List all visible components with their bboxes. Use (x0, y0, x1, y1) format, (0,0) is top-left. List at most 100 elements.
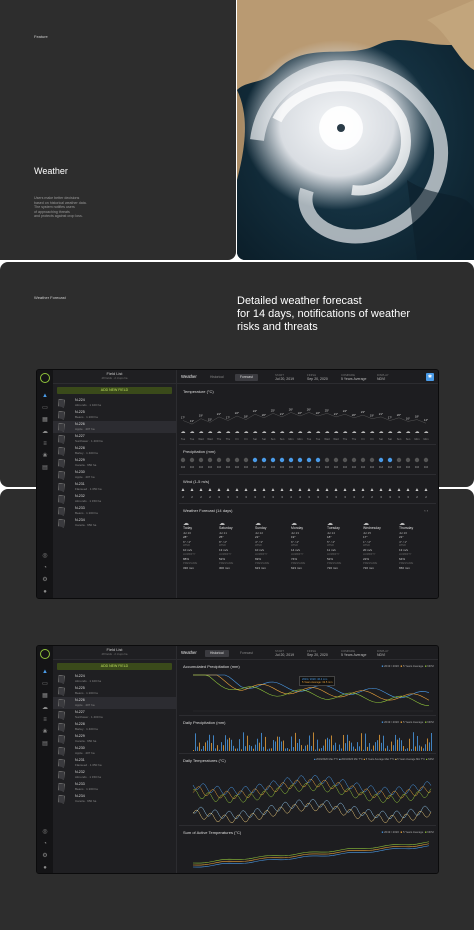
settings-icon[interactable]: ⚙ (41, 852, 49, 860)
forecast-day-card[interactable]: ☁ Saturday Jul 21 25° 8° / 2° WIND 13 m/s HUMID… (219, 521, 253, 570)
field-item[interactable]: N-225 Beans · 1 200 ha (53, 685, 176, 697)
field-item[interactable]: N-231 Flaxseed · 1 050 ha (53, 757, 176, 769)
crop-icon[interactable]: ❀ (41, 452, 49, 460)
field-item[interactable]: N-229 Canola · 950 ha (53, 733, 176, 745)
field-item[interactable]: N-227 Sunflower · 1 400 ha (53, 709, 176, 721)
field-item[interactable]: N-233 Beans · 1 200 ha (53, 781, 176, 793)
field-item[interactable]: N-230 Apple · 407 ha (53, 469, 176, 481)
sum-temperature-chart (192, 841, 430, 868)
forecast-day-card[interactable]: ☁ Monday Jul 23 19° 6° / 4° WIND 14 m/s HUMIDIT… (291, 521, 325, 570)
field-item[interactable]: N-233 Beans · 1 200 ha (53, 505, 176, 517)
cloud-icon: ☁ (190, 429, 195, 435)
field-item[interactable]: N-224 Almonds · 1 100 ha (53, 673, 176, 685)
display-select[interactable]: DISPLAY NDVI (377, 370, 389, 381)
precip-bar (225, 735, 226, 751)
field-shape-icon (58, 758, 65, 768)
precip-bar (427, 738, 428, 751)
compare-select[interactable]: COMPARE 5 Years Average (341, 370, 366, 381)
crop-icon[interactable]: ❀ (41, 728, 49, 736)
precip-label: 0.0 (415, 465, 419, 469)
forecast-day-card[interactable]: ☁ Wednesday Jul 25 17° 1° / 2° WIND 20 m/s HUMI… (363, 521, 397, 570)
weather-icon[interactable]: ☁ (41, 704, 49, 712)
report-icon[interactable]: ▤ (41, 740, 49, 748)
field-shape-icon (58, 710, 65, 720)
display-select[interactable]: DISPLAY NDVI (377, 646, 389, 657)
forecast-day-card[interactable]: ☁ Thursday Jul 26 21° 4° / 1° WIND 13 m/s HUMID… (399, 521, 433, 570)
cloud-icon: ☁ (415, 429, 420, 435)
weather-icon[interactable]: ☁ (41, 428, 49, 436)
wind-label: 3 (344, 495, 346, 499)
field-item[interactable]: N-231 Flaxseed · 1 050 ha (53, 481, 176, 493)
precip-bar (251, 746, 252, 751)
notification-icon[interactable]: ◔ (41, 564, 49, 572)
settings-icon[interactable]: ⚙ (41, 576, 49, 584)
finish-date[interactable]: FINISH Sep 20, 2020 (307, 646, 328, 657)
start-date[interactable]: START Jul 20, 2019 (275, 646, 294, 657)
map-icon[interactable]: ▲ (41, 392, 49, 400)
day-label: Sat (379, 437, 383, 441)
field-item[interactable]: N-234 Canola · 950 ha (53, 793, 176, 805)
map-icon[interactable]: ▲ (41, 668, 49, 676)
forecast-day-card[interactable]: ☁ Sunday Jul 22 21° 4° / 3° WIND 10 m/s HUMIDIT… (255, 521, 289, 570)
calendar-icon[interactable]: ▦ (41, 416, 49, 424)
precip-bar (421, 746, 422, 751)
precip-bar (193, 750, 194, 751)
rain-drop-icon (288, 457, 294, 463)
precip-bar (209, 734, 210, 751)
field-item[interactable]: N-234 Canola · 950 ha (53, 517, 176, 529)
settings-gear-button[interactable]: ✱ (426, 373, 434, 381)
precip-bar (369, 743, 370, 751)
precip-bar (313, 732, 314, 751)
user-icon[interactable]: ● (41, 588, 49, 596)
field-crop: Almonds · 1 150 ha (75, 775, 102, 779)
compare-select[interactable]: COMPARE 5 Years Average (341, 646, 366, 657)
calendar-icon[interactable]: ▦ (41, 692, 49, 700)
precip-bar (289, 749, 290, 751)
sum-series-line (192, 845, 430, 868)
fields-icon[interactable]: ▭ (41, 404, 49, 412)
forecast-day-card[interactable]: ☁ Today Jul 20 28° 6° / 4° WIND 10 m/s HUMIDITY… (183, 521, 217, 570)
help-icon[interactable]: ◎ (41, 828, 49, 836)
start-date[interactable]: START Jul 20, 2019 (275, 370, 294, 381)
rain-drop-icon (324, 457, 330, 463)
finish-date[interactable]: FINISH Sep 20, 2020 (307, 370, 328, 381)
help-icon[interactable]: ◎ (41, 552, 49, 560)
field-item[interactable]: N-230 Apple · 407 ha (53, 745, 176, 757)
tab-forecast[interactable]: Forecast (235, 374, 258, 381)
field-item[interactable]: N-226 Apple · 407 ha (53, 697, 176, 709)
report-icon[interactable]: ▤ (41, 464, 49, 472)
forecast-day-card[interactable]: ☁ Tuesday Jul 24 18° 5° / 4° WIND 11 m/s HUMIDI… (327, 521, 361, 570)
fields-icon[interactable]: ▭ (41, 680, 49, 688)
precip-bar (269, 748, 270, 751)
intro-title: Weather (34, 166, 68, 176)
field-item[interactable]: N-232 Almonds · 1 150 ha (53, 769, 176, 781)
field-shape-icon (58, 458, 65, 468)
next-arrow-icon[interactable]: › (427, 508, 428, 513)
field-item[interactable]: N-227 Sunflower · 1 400 ha (53, 433, 176, 445)
tab-historical[interactable]: Historical (205, 650, 229, 657)
precip-bar (377, 740, 378, 751)
precip-bar (393, 745, 394, 751)
prev-arrow-icon[interactable]: ‹ (424, 508, 425, 513)
analytics-icon[interactable]: ≡ (41, 716, 49, 724)
user-icon[interactable]: ● (41, 864, 49, 872)
add-field-button[interactable]: ADD NEW FIELD (57, 663, 172, 670)
field-item[interactable]: N-232 Almonds · 1 150 ha (53, 493, 176, 505)
tab-historical[interactable]: Historical (205, 374, 229, 381)
field-item[interactable]: N-229 Canola · 950 ha (53, 457, 176, 469)
field-name: N-225 (75, 410, 85, 414)
add-field-button[interactable]: ADD NEW FIELD (57, 387, 172, 394)
temp-label: 18° (415, 415, 420, 419)
field-item[interactable]: N-228 Barley · 1 400 ha (53, 445, 176, 457)
notification-icon[interactable]: ◔ (41, 840, 49, 848)
analytics-icon[interactable]: ≡ (41, 440, 49, 448)
field-item[interactable]: N-224 Almonds · 1 100 ha (53, 397, 176, 409)
field-item[interactable]: N-225 Beans · 1 200 ha (53, 409, 176, 421)
temp-label: 14° (424, 418, 429, 422)
field-item[interactable]: N-226 Apple · 407 ha (53, 421, 176, 433)
precip-bar (275, 741, 276, 751)
accumulated-precipitation-section: Accumulated Precipitation (mm) ■ 2019 / … (179, 662, 436, 716)
field-item[interactable]: N-228 Barley · 1 400 ha (53, 721, 176, 733)
precip-bar (239, 739, 240, 751)
tab-forecast[interactable]: Forecast (235, 650, 258, 657)
